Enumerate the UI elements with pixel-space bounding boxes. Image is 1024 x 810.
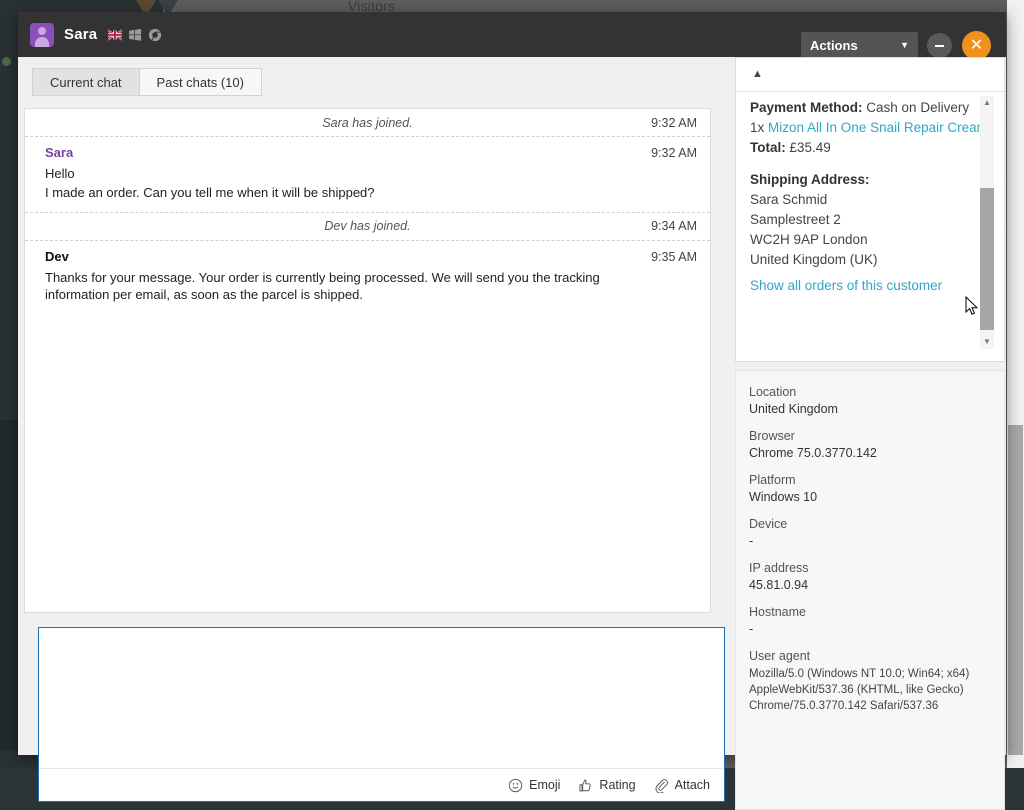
composer-toolbar: Emoji Rating Attach xyxy=(39,768,724,801)
order-line-item: 1x Mizon All In One Snail Repair Cream xyxy=(750,118,989,138)
actions-button-label: Actions xyxy=(810,38,858,53)
tab-past-chats[interactable]: Past chats (10) xyxy=(140,68,262,96)
chat-window: Sara Actions ▼ ✕ xyxy=(18,12,1006,755)
order-shipping-line: Samplestreet 2 xyxy=(750,210,989,230)
visitor-info-value-device: - xyxy=(749,534,991,548)
chat-message-visitor: Sara 9:32 AM Hello I made an order. Can … xyxy=(25,137,710,213)
order-payment-method-label: Payment Method: xyxy=(750,100,863,115)
visitor-info-panel: Location United Kingdom Browser Chrome 7… xyxy=(735,370,1005,810)
visitor-info-label-ip-address: IP address xyxy=(749,561,991,575)
attach-button[interactable]: Attach xyxy=(654,778,710,793)
chat-window-header: Sara Actions ▼ ✕ xyxy=(18,12,1006,57)
order-total: Total: £35.49 xyxy=(750,138,989,158)
visitor-info-label-hostname: Hostname xyxy=(749,605,991,619)
order-item-quantity: 1x xyxy=(750,120,764,135)
show-all-orders-link[interactable]: Show all orders of this customer xyxy=(750,276,989,296)
order-payment-method-value: Cash on Delivery xyxy=(866,100,969,115)
actions-button[interactable]: Actions ▼ xyxy=(801,32,918,59)
scroll-up-arrow-icon[interactable]: ▲ xyxy=(980,96,994,110)
system-message-time: 9:32 AM xyxy=(651,116,697,130)
visitor-meta-icons xyxy=(108,28,162,42)
background-left-block xyxy=(0,420,18,750)
system-message: Sara has joined. 9:32 AM xyxy=(25,109,710,137)
system-message: Dev has joined. 9:34 AM xyxy=(25,213,710,241)
visitor-info-value-ip-address: 45.81.0.94 xyxy=(749,578,991,592)
visitor-info-label-platform: Platform xyxy=(749,473,991,487)
chat-message-line: Thanks for your message. Your order is c… xyxy=(45,270,657,304)
order-panel-scrollbar[interactable]: ▲ ▼ xyxy=(980,96,994,349)
avatar xyxy=(30,23,54,47)
chat-message-author: Dev xyxy=(45,249,69,264)
chrome-browser-icon xyxy=(148,28,162,42)
smiley-icon xyxy=(508,778,523,793)
chat-left-column: Current chat Past chats (10) Sara has jo… xyxy=(18,57,723,755)
page-scrollbar-thumb[interactable] xyxy=(1008,425,1023,755)
system-message-text: Dev has joined. xyxy=(25,219,710,233)
order-details-panel: ▲ Payment Method: Cash on Delivery 1x Mi… xyxy=(735,57,1005,362)
visitor-info-value-platform: Windows 10 xyxy=(749,490,991,504)
system-message-time: 9:34 AM xyxy=(651,219,697,233)
emoji-button-label: Emoji xyxy=(529,778,560,792)
chat-message-time: 9:32 AM xyxy=(651,146,697,160)
visitor-info-value-user-agent: Mozilla/5.0 (Windows NT 10.0; Win64; x64… xyxy=(749,666,991,714)
order-total-label: Total: xyxy=(750,140,786,155)
chevron-up-icon: ▲ xyxy=(752,69,763,80)
chat-right-column: ▲ Payment Method: Cash on Delivery 1x Mi… xyxy=(717,57,1006,755)
rating-button[interactable]: Rating xyxy=(578,778,635,793)
chat-message-time: 9:35 AM xyxy=(651,250,697,264)
uk-flag-icon xyxy=(108,28,122,42)
chat-message-header: Sara 9:32 AM xyxy=(45,145,697,160)
order-panel-scrollbar-thumb[interactable] xyxy=(980,188,994,330)
chat-tabs: Current chat Past chats (10) xyxy=(18,57,723,96)
chat-message-line: Hello xyxy=(45,166,697,183)
rating-button-label: Rating xyxy=(599,778,635,792)
order-item-name-link[interactable]: Mizon All In One Snail Repair Cream xyxy=(768,120,988,135)
order-total-value: £35.49 xyxy=(790,140,831,155)
order-payment-method: Payment Method: Cash on Delivery xyxy=(750,98,989,118)
order-details-content: Payment Method: Cash on Delivery 1x Mizo… xyxy=(745,94,997,296)
minimize-icon xyxy=(935,45,944,47)
visitor-info-value-hostname: - xyxy=(749,622,991,636)
paperclip-icon xyxy=(654,778,669,793)
chat-message-line: I made an order. Can you tell me when it… xyxy=(45,185,697,202)
chevron-down-icon: ▼ xyxy=(900,41,909,50)
close-button[interactable]: ✕ xyxy=(962,31,991,60)
windows-logo-icon xyxy=(128,28,142,42)
order-details-scroll-area[interactable]: Payment Method: Cash on Delivery 1x Mizo… xyxy=(745,94,997,352)
attach-button-label: Attach xyxy=(675,778,710,792)
message-input[interactable] xyxy=(39,628,724,769)
visitor-info-label-browser: Browser xyxy=(749,429,991,443)
page-scrollbar[interactable] xyxy=(1007,0,1024,768)
order-shipping-line: Sara Schmid xyxy=(750,190,989,210)
system-message-text: Sara has joined. xyxy=(25,116,710,130)
emoji-button[interactable]: Emoji xyxy=(508,778,560,793)
visitor-name: Sara xyxy=(64,26,97,43)
chat-message-agent: Dev 9:35 AM Thanks for your message. You… xyxy=(25,241,710,314)
spacer xyxy=(750,158,989,170)
chat-message-header: Dev 9:35 AM xyxy=(45,249,697,264)
visitor-info-value-browser: Chrome 75.0.3770.142 xyxy=(749,446,991,460)
thumbs-up-icon xyxy=(578,778,593,793)
order-panel-collapse-toggle[interactable]: ▲ xyxy=(736,58,1004,92)
order-shipping-line: WC2H 9AP London xyxy=(750,230,989,250)
chat-message-author: Sara xyxy=(45,145,73,160)
background-status-dot xyxy=(2,57,11,66)
visitor-info-label-user-agent: User agent xyxy=(749,649,991,663)
tab-current-chat[interactable]: Current chat xyxy=(32,68,140,96)
close-icon: ✕ xyxy=(970,38,983,54)
order-shipping-heading: Shipping Address: xyxy=(750,170,989,190)
chat-transcript[interactable]: Sara has joined. 9:32 AM Sara 9:32 AM He… xyxy=(24,108,711,613)
visitor-info-label-device: Device xyxy=(749,517,991,531)
message-composer: Emoji Rating Attach xyxy=(38,627,725,802)
chat-window-body: Current chat Past chats (10) Sara has jo… xyxy=(18,57,1006,755)
order-shipping-label: Shipping Address: xyxy=(750,172,870,187)
visitor-info-label-location: Location xyxy=(749,385,991,399)
scroll-down-arrow-icon[interactable]: ▼ xyxy=(980,335,994,349)
visitor-info-value-location: United Kingdom xyxy=(749,402,991,416)
minimize-button[interactable] xyxy=(927,33,952,58)
order-shipping-line: United Kingdom (UK) xyxy=(750,250,989,270)
